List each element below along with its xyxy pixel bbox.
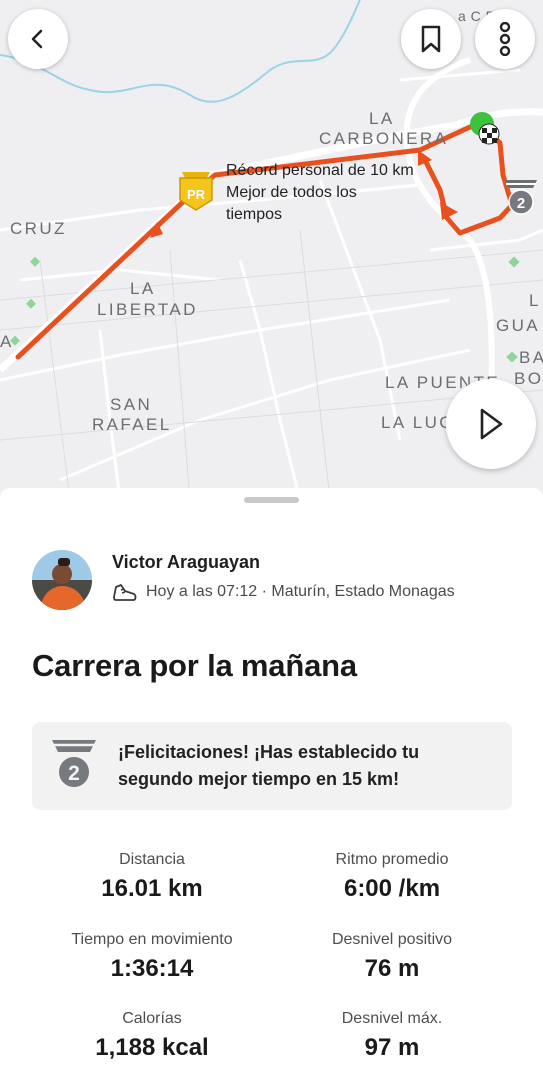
pr-callout-line2: Mejor de todos los	[226, 184, 357, 201]
activity-title: Carrera por la mañana	[32, 648, 357, 683]
map-label-la-libertad: LA	[130, 279, 156, 298]
stat-value: 16.01 km	[101, 875, 203, 902]
play-icon	[480, 408, 503, 440]
second-medal-label: 2	[517, 195, 525, 212]
route-map[interactable]: LA CARBONERA CRUZ LA LIBERTAD SAN RAFAEL…	[0, 0, 543, 500]
athlete-name[interactable]: Victor Araguayan	[112, 552, 260, 573]
map-label-carbonera: CARBONERA	[319, 129, 449, 148]
stat-distance: Distancia 16.01 km	[32, 850, 272, 903]
map-label-rafael: RAFAEL	[92, 415, 172, 434]
pr-badge-icon[interactable]: PR	[178, 170, 214, 212]
second-best-medal-icon[interactable]: 2	[503, 178, 539, 216]
stat-avg-pace: Ritmo promedio 6:00 /km	[272, 850, 512, 903]
stat-value: 6:00 /km	[343, 875, 441, 902]
pr-callout-line1: Récord personal de 10 km	[226, 162, 414, 179]
stat-calories: Calorías 1,188 kcal	[32, 1009, 272, 1062]
activity-sheet: Victor Araguayan Hoy a las 07:12 · Matur…	[0, 488, 543, 1080]
chevron-left-icon	[31, 29, 43, 49]
stat-value: 1:36:14	[110, 955, 194, 982]
map-label-cruz: CRUZ	[10, 219, 67, 238]
stat-label: Tiempo en movimiento	[71, 931, 233, 948]
athlete-header: Victor Araguayan Hoy a las 07:12 · Matur…	[32, 550, 512, 610]
achievement-line2: segundo mejor tiempo en 15 km!	[118, 769, 400, 789]
map-label-gua: GUA	[496, 316, 541, 335]
map-label-a: A	[0, 332, 14, 351]
map-label-libertad: LIBERTAD	[97, 300, 198, 319]
stat-value: 76 m	[364, 955, 420, 982]
achievement-text: ¡Felicitaciones! ¡Has establecido tu seg…	[118, 739, 498, 793]
map-label-l: L	[529, 291, 541, 310]
stat-value: 1,188 kcal	[95, 1034, 209, 1061]
back-button[interactable]	[8, 9, 68, 69]
stat-label: Ritmo promedio	[335, 851, 449, 868]
finish-flag-icon	[478, 123, 500, 145]
stat-max-elevation: Desnivel máx. 97 m	[272, 1009, 512, 1062]
play-flyby-button[interactable]	[446, 379, 536, 469]
more-options-button[interactable]	[475, 9, 535, 69]
avatar[interactable]	[32, 550, 92, 610]
more-vertical-icon	[499, 22, 511, 56]
running-shoe-icon	[113, 584, 137, 601]
activity-meta-text: Hoy a las 07:12 · Maturín, Estado Monaga…	[146, 583, 455, 600]
achievement-line1: ¡Felicitaciones! ¡Has establecido tu	[118, 742, 420, 762]
avatar-photo	[32, 550, 92, 610]
stat-label: Distancia	[119, 851, 185, 868]
map-label-bo: BO	[514, 369, 543, 388]
map-label-la-luc: LA LUC	[381, 413, 454, 432]
stat-label: Desnivel máx.	[341, 1010, 443, 1027]
activity-meta: Hoy a las 07:12 · Maturín, Estado Monaga…	[112, 581, 455, 603]
stat-label: Desnivel positivo	[331, 931, 453, 948]
medal-number: 2	[68, 762, 80, 785]
pr-badge-label: PR	[187, 187, 206, 202]
pr-callout-line3: tiempos	[226, 206, 283, 223]
pr-callout: Récord personal de 10 km Mejor de todos …	[226, 160, 466, 226]
sheet-drag-handle[interactable]	[244, 497, 299, 503]
bookmark-button[interactable]	[401, 9, 461, 69]
map-label-la: LA	[369, 109, 395, 128]
stat-elevation-gain: Desnivel positivo 76 m	[272, 930, 512, 983]
medal-icon: 2	[52, 740, 96, 789]
map-label-san: SAN	[110, 395, 153, 414]
bookmark-icon	[421, 25, 441, 53]
stat-moving-time: Tiempo en movimiento 1:36:14	[32, 930, 272, 983]
stat-label: Calorías	[122, 1010, 182, 1027]
stat-value: 97 m	[364, 1034, 420, 1061]
achievement-banner[interactable]: 2 ¡Felicitaciones! ¡Has establecido tu s…	[32, 722, 512, 810]
map-label-ba: BA	[519, 348, 543, 367]
